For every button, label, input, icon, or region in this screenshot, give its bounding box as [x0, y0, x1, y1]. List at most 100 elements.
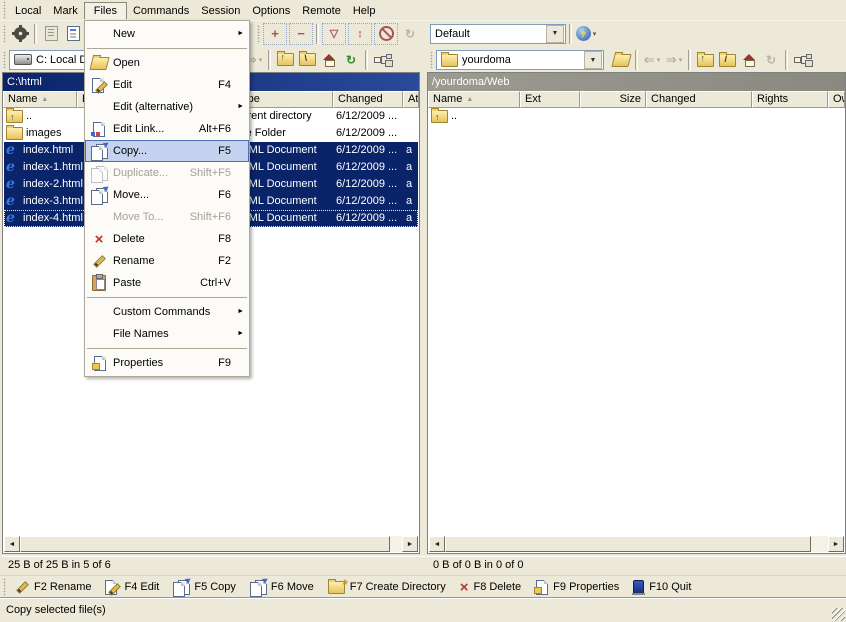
- menu-remote[interactable]: Remote: [296, 3, 347, 19]
- open-directory-button[interactable]: [610, 49, 632, 71]
- menu-item-copy[interactable]: Copy...F5: [85, 140, 249, 162]
- file-row-parent[interactable]: ..: [429, 108, 844, 125]
- edit-page-icon: [105, 580, 119, 594]
- parent-folder-icon: [697, 54, 714, 67]
- menu-item-properties[interactable]: PropertiesF9: [85, 352, 249, 374]
- f2-rename-button[interactable]: F2 Rename: [9, 577, 98, 597]
- column-header-changed[interactable]: Changed: [333, 91, 403, 108]
- transfer-settings-button[interactable]: [62, 23, 84, 45]
- menu-mark[interactable]: Mark: [47, 3, 83, 19]
- menu-item-edit-alternative[interactable]: Edit (alternative)►: [85, 96, 249, 118]
- menu-item-new[interactable]: New►: [85, 23, 249, 45]
- menu-help[interactable]: Help: [347, 3, 382, 19]
- menu-item-rename[interactable]: RenameF2: [85, 250, 249, 272]
- fkey-toolbar: F2 Rename F4 Edit F5 Copy F6 Move F7 Cre…: [0, 575, 846, 598]
- column-header-changed[interactable]: Changed: [646, 91, 752, 108]
- scroll-left-button[interactable]: ◄: [4, 536, 20, 552]
- local-home-dir-button[interactable]: [318, 49, 340, 71]
- fkey-toolbar-grip[interactable]: [3, 578, 6, 596]
- submenu-arrow-icon: ►: [237, 30, 244, 37]
- column-header-ext[interactable]: Ext: [520, 91, 580, 108]
- menu-commands[interactable]: Commands: [127, 3, 195, 19]
- toolbar-separator: [785, 50, 788, 70]
- menu-local[interactable]: Local: [9, 3, 47, 19]
- menu-item-move[interactable]: Move...F6: [85, 184, 249, 206]
- chevron-down-icon[interactable]: ▾: [679, 56, 683, 64]
- synchronize-button[interactable]: [40, 23, 62, 45]
- f7-create-directory-button[interactable]: F7 Create Directory: [321, 577, 453, 597]
- home-icon: [323, 54, 336, 66]
- column-header-name[interactable]: Name▲: [3, 91, 77, 108]
- remote-back-button[interactable]: ⇐▾: [641, 49, 663, 71]
- menu-session[interactable]: Session: [195, 3, 246, 19]
- remote-parent-dir-button[interactable]: [694, 49, 716, 71]
- column-header-attr[interactable]: Attr: [403, 91, 419, 108]
- column-header-owner[interactable]: Owner: [828, 91, 845, 108]
- f8-delete-button[interactable]: ×F8 Delete: [453, 577, 528, 597]
- local-address-grip[interactable]: [3, 51, 6, 69]
- scrollbar-thumb[interactable]: [445, 536, 811, 552]
- chevron-down-icon[interactable]: ▾: [657, 56, 661, 64]
- preferences-button[interactable]: [9, 23, 31, 45]
- column-header-rights[interactable]: Rights: [752, 91, 828, 108]
- remote-path-bar[interactable]: /yourdoma/Web: [428, 73, 845, 91]
- remote-forward-button[interactable]: ⇒▾: [663, 49, 685, 71]
- f10-quit-button[interactable]: F10 Quit: [626, 577, 698, 597]
- chevron-down-icon[interactable]: ▼: [584, 51, 602, 69]
- new-session-button[interactable]: ▾: [575, 23, 597, 45]
- session-combo[interactable]: Default ▼: [430, 24, 566, 44]
- restore-selection-button[interactable]: ↻: [398, 23, 422, 45]
- scroll-right-button[interactable]: ►: [402, 536, 418, 552]
- menu-item-file-names[interactable]: File Names►: [85, 323, 249, 345]
- menu-item-edit-link[interactable]: Edit Link...Alt+F6: [85, 118, 249, 140]
- menu-item-open[interactable]: Open: [85, 52, 249, 74]
- menu-options[interactable]: Options: [246, 3, 296, 19]
- toolbar-separator: [365, 50, 368, 70]
- copy-icon: [173, 580, 189, 595]
- remote-home-dir-button[interactable]: [738, 49, 760, 71]
- scroll-left-button[interactable]: ◄: [429, 536, 445, 552]
- local-root-dir-button[interactable]: [296, 49, 318, 71]
- menu-item-edit[interactable]: EditF4: [85, 74, 249, 96]
- menu-item-paste[interactable]: PasteCtrl+V: [85, 272, 249, 294]
- remote-address-grip[interactable]: [430, 51, 433, 69]
- chevron-down-icon[interactable]: ▾: [593, 30, 597, 38]
- scroll-right-button[interactable]: ►: [828, 536, 844, 552]
- html-file-icon: [6, 212, 20, 226]
- column-header-size[interactable]: Size: [580, 91, 646, 108]
- menubar-grip[interactable]: [3, 1, 6, 19]
- f9-properties-button[interactable]: F9 Properties: [528, 577, 626, 597]
- menu-files[interactable]: Files: [84, 2, 127, 19]
- chevron-down-icon[interactable]: ▾: [259, 56, 263, 64]
- column-header-name[interactable]: Name▲: [428, 91, 520, 108]
- toolbar-grip[interactable]: [3, 25, 6, 43]
- parent-folder-icon: [277, 53, 294, 66]
- submenu-arrow-icon: ►: [237, 330, 244, 337]
- resize-grip[interactable]: [832, 608, 845, 621]
- edit-page-icon: [92, 78, 106, 92]
- chevron-down-icon[interactable]: ▼: [546, 25, 564, 43]
- remote-refresh-button[interactable]: ↻: [760, 49, 782, 71]
- remote-dir-combo[interactable]: yourdoma ▼: [436, 50, 604, 70]
- remote-root-dir-button[interactable]: [716, 49, 738, 71]
- local-refresh-button[interactable]: ↻: [340, 49, 362, 71]
- local-tree-button[interactable]: [371, 49, 393, 71]
- menu-item-delete[interactable]: × DeleteF8: [85, 228, 249, 250]
- scrollbar-thumb[interactable]: [20, 536, 390, 552]
- selection-invert-button[interactable]: ↕: [348, 23, 372, 45]
- f6-move-button[interactable]: F6 Move: [243, 577, 321, 597]
- f4-edit-button[interactable]: F4 Edit: [98, 577, 166, 597]
- transfer-settings-icon: [67, 26, 80, 41]
- f5-copy-button[interactable]: F5 Copy: [166, 577, 243, 597]
- remote-tree-button[interactable]: [791, 49, 813, 71]
- gear-icon: [14, 27, 27, 40]
- menu-item-custom-commands[interactable]: Custom Commands►: [85, 301, 249, 323]
- select-add-button[interactable]: +: [263, 23, 287, 45]
- select-remove-button[interactable]: −: [289, 23, 313, 45]
- parent-folder-icon: [6, 110, 23, 123]
- panel-splitter[interactable]: [420, 72, 427, 554]
- selection-toolbar-grip[interactable]: [257, 25, 260, 43]
- filter-button[interactable]: ▽: [322, 23, 346, 45]
- clear-selection-button[interactable]: [374, 23, 398, 45]
- local-parent-dir-button[interactable]: [274, 49, 296, 71]
